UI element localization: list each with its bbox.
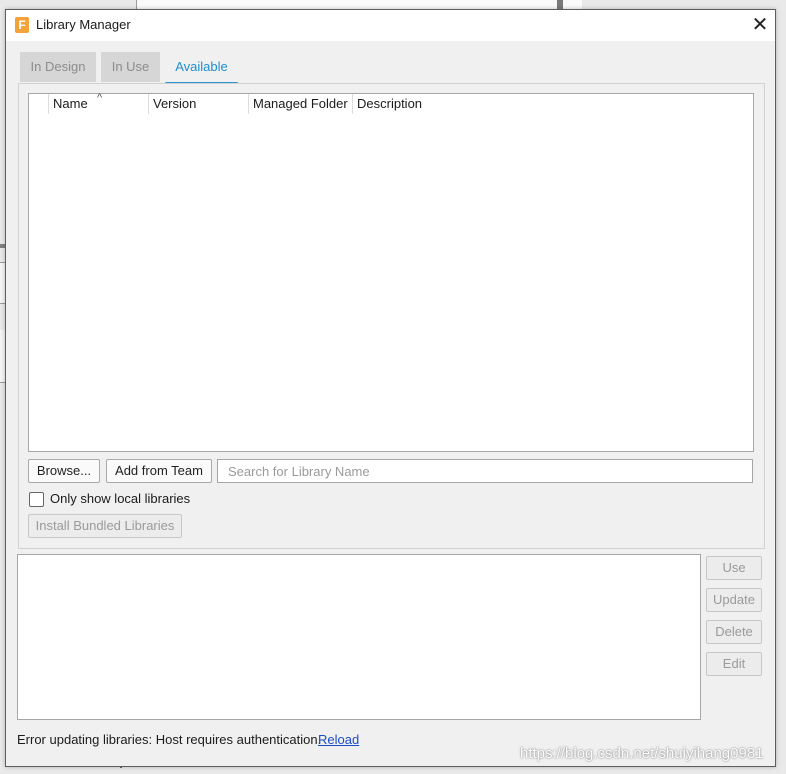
- column-header-managed-folder[interactable]: Managed Folder: [248, 94, 352, 114]
- reload-link[interactable]: Reload: [318, 732, 359, 747]
- column-header-version[interactable]: Version: [148, 94, 248, 114]
- title-bar[interactable]: F Library Manager ✕: [6, 10, 775, 41]
- tab-available-label: Available: [175, 59, 228, 74]
- tab-available[interactable]: Available: [165, 52, 238, 85]
- checkbox-unchecked-icon[interactable]: [29, 492, 44, 507]
- window-title: Library Manager: [36, 17, 131, 32]
- library-manager-dialog: F Library Manager ✕ In Design In Use Ava…: [5, 9, 776, 767]
- use-button[interactable]: Use: [706, 556, 762, 580]
- install-bundled-libraries-button[interactable]: Install Bundled Libraries: [28, 514, 182, 538]
- library-table[interactable]: Name ^ Version Managed Folder Descriptio…: [28, 92, 754, 452]
- tab-in-use[interactable]: In Use: [101, 52, 160, 82]
- available-libraries-panel: Name ^ Version Managed Folder Descriptio…: [18, 83, 765, 549]
- browse-button[interactable]: Browse...: [28, 459, 100, 483]
- local-only-label[interactable]: Only show local libraries: [50, 491, 190, 506]
- delete-button[interactable]: Delete: [706, 620, 762, 644]
- library-search-input[interactable]: [217, 459, 753, 483]
- watermark-text: https://blog.csdn.net/shuiyihang0981: [520, 745, 764, 762]
- fusion-app-icon: F: [15, 17, 29, 33]
- sort-ascending-icon: ^: [97, 92, 103, 104]
- column-header-description[interactable]: Description: [352, 94, 472, 114]
- add-from-team-button[interactable]: Add from Team: [106, 459, 212, 483]
- library-details-pane: [17, 554, 701, 720]
- update-button[interactable]: Update: [706, 588, 762, 612]
- edit-button[interactable]: Edit: [706, 652, 762, 676]
- status-message: Error updating libraries: Host requires …: [17, 732, 322, 747]
- column-header-name-label: Name: [53, 96, 88, 111]
- close-icon[interactable]: ✕: [745, 10, 775, 41]
- tab-in-design[interactable]: In Design: [20, 52, 96, 82]
- column-header-name[interactable]: Name ^: [48, 92, 148, 114]
